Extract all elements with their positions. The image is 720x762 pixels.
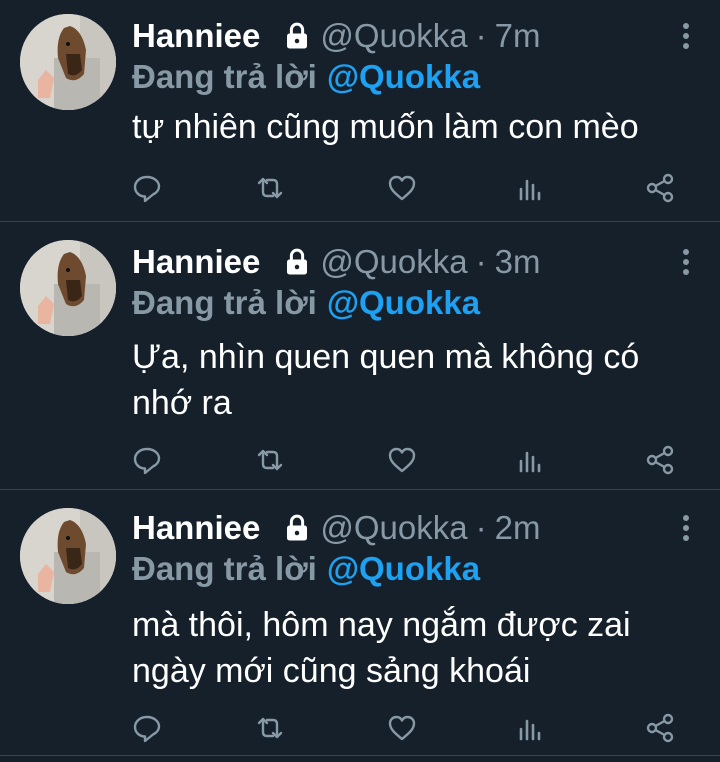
separator: · <box>475 243 487 280</box>
analytics-icon[interactable] <box>515 712 547 744</box>
avatar-image <box>20 508 116 604</box>
reply-context: Đang trả lời @Quokka <box>132 550 480 588</box>
analytics-icon[interactable] <box>515 172 547 204</box>
separator: · <box>475 17 487 54</box>
reply-prefix: Đang trả lời <box>132 550 317 587</box>
analytics-icon[interactable] <box>515 444 547 476</box>
action-bar <box>0 444 720 484</box>
reply-to-link[interactable]: @Quokka <box>327 58 480 95</box>
more-vertical-icon[interactable] <box>682 514 690 544</box>
more-vertical-icon[interactable] <box>682 22 690 52</box>
tweet-header: Hanniee @Quokka · 7m <box>132 14 540 58</box>
tweet[interactable]: Hanniee @Quokka · 3m Đang trả lời @Quokka… <box>0 222 720 490</box>
lock-icon <box>282 21 312 51</box>
avatar-image <box>20 14 116 110</box>
action-bar <box>0 712 720 752</box>
heart-icon[interactable] <box>386 172 418 204</box>
display-name[interactable]: Hanniee <box>132 509 260 547</box>
reply-prefix: Đang trả lời <box>132 58 317 95</box>
retweet-icon[interactable] <box>254 444 286 476</box>
display-name[interactable]: Hanniee <box>132 17 260 55</box>
reply-to-link[interactable]: @Quokka <box>327 284 480 321</box>
share-icon[interactable] <box>644 172 676 204</box>
action-bar <box>0 172 720 212</box>
avatar-image <box>20 240 116 336</box>
reply-context: Đang trả lời @Quokka <box>132 58 480 96</box>
timestamp[interactable]: 3m <box>495 243 541 281</box>
tweet-header: Hanniee @Quokka · 2m <box>132 506 540 550</box>
user-handle[interactable]: @Quokka <box>320 509 467 547</box>
retweet-icon[interactable] <box>254 712 286 744</box>
user-handle[interactable]: @Quokka <box>320 243 467 281</box>
tweet-header: Hanniee @Quokka · 3m <box>132 240 540 284</box>
tweet[interactable]: Hanniee @Quokka · 2m Đang trả lời @Quokka… <box>0 490 720 756</box>
reply-icon[interactable] <box>131 712 163 744</box>
lock-icon <box>282 247 312 277</box>
timestamp[interactable]: 2m <box>495 509 541 547</box>
avatar[interactable] <box>20 240 116 336</box>
reply-icon[interactable] <box>131 444 163 476</box>
share-icon[interactable] <box>644 712 676 744</box>
reply-context: Đang trả lời @Quokka <box>132 284 480 322</box>
more-vertical-icon[interactable] <box>682 248 690 278</box>
tweet-feed: Hanniee @Quokka · 7m Đang trả lời @Quokka… <box>0 0 720 762</box>
tweet[interactable]: Hanniee @Quokka · 7m Đang trả lời @Quokka… <box>0 0 720 222</box>
heart-icon[interactable] <box>386 712 418 744</box>
tweet-text: Ựa, nhìn quen quen mà không có nhớ ra <box>132 338 640 422</box>
avatar[interactable] <box>20 14 116 110</box>
reply-to-link[interactable]: @Quokka <box>327 550 480 587</box>
retweet-icon[interactable] <box>254 172 286 204</box>
display-name[interactable]: Hanniee <box>132 243 260 281</box>
user-handle[interactable]: @Quokka <box>320 17 467 55</box>
heart-icon[interactable] <box>386 444 418 476</box>
lock-icon <box>282 513 312 543</box>
separator: · <box>475 509 487 546</box>
reply-prefix: Đang trả lời <box>132 284 317 321</box>
timestamp[interactable]: 7m <box>495 17 541 55</box>
tweet-text: mà thôi, hôm nay ngắm được zai ngày mới … <box>132 606 631 690</box>
share-icon[interactable] <box>644 444 676 476</box>
tweet-text: tự nhiên cũng muốn làm con mèo <box>132 108 639 146</box>
reply-icon[interactable] <box>131 172 163 204</box>
avatar[interactable] <box>20 508 116 604</box>
